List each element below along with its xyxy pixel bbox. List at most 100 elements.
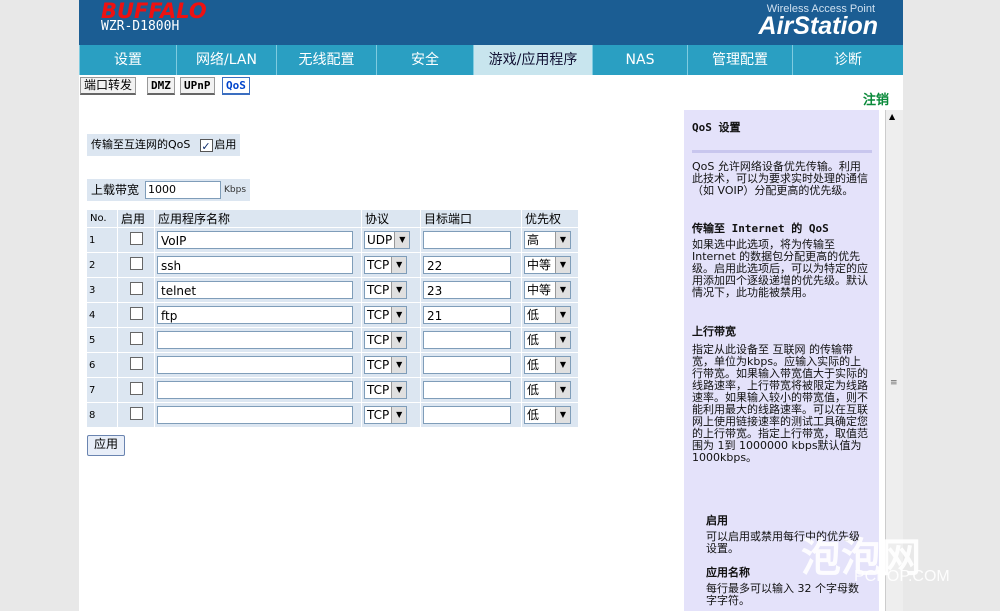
app-name-input[interactable] (157, 356, 353, 374)
nav-tab-4[interactable]: 游戏/应用程序 (473, 45, 592, 75)
app-name-input[interactable]: VoIP (157, 231, 353, 249)
port-input[interactable]: 23 (423, 281, 511, 299)
subtab-upnp[interactable]: UPnP (180, 77, 215, 95)
scroll-grip-icon[interactable]: ≡ (890, 378, 898, 388)
priority-value: 低 (527, 358, 540, 372)
priority-value: 低 (527, 383, 540, 397)
nav-tab-5[interactable]: NAS (592, 45, 687, 75)
chevron-down-icon: ▼ (555, 332, 570, 348)
chevron-down-icon: ▼ (394, 232, 410, 248)
protocol-value: TCP (367, 383, 390, 397)
nav-tab-7[interactable]: 诊断 (792, 45, 903, 75)
chevron-down-icon: ▼ (391, 407, 407, 423)
row-enable-checkbox[interactable] (129, 282, 143, 295)
row-name-cell (155, 352, 362, 377)
row-port-cell (421, 377, 522, 402)
qos-enable-row: 传输至互连网的QoS 启用 (87, 134, 241, 158)
subtab-dmz[interactable]: DMZ (147, 77, 175, 95)
qos-enable-checkbox[interactable] (200, 136, 214, 158)
row-priority-cell: 低 ▼ (522, 327, 579, 352)
protocol-select[interactable]: UDP ▼ (364, 231, 411, 249)
help-title: QoS 设置 (692, 121, 741, 134)
protocol-select[interactable]: TCP ▼ (364, 281, 408, 299)
nav-tab-1[interactable]: 网络/LAN (176, 45, 276, 75)
app-name-input[interactable] (157, 406, 353, 424)
priority-select[interactable]: 中等 ▼ (524, 256, 571, 274)
chevron-down-icon: ▼ (555, 232, 570, 248)
priority-select[interactable]: 低 ▼ (524, 306, 571, 324)
row-number: 8 (87, 402, 118, 427)
row-name-cell: ssh (155, 252, 362, 277)
chevron-down-icon: ▼ (555, 307, 570, 323)
row-name-cell: telnet (155, 277, 362, 302)
bandwidth-unit: Kbps (224, 185, 247, 195)
port-input[interactable] (423, 231, 511, 249)
row-enable-cell (118, 252, 155, 277)
row-enable-cell (118, 277, 155, 302)
priority-select[interactable]: 中等 ▼ (524, 281, 571, 299)
priority-select[interactable]: 低 ▼ (524, 406, 571, 424)
row-priority-cell: 低 ▼ (522, 302, 579, 327)
row-enable-checkbox[interactable] (129, 232, 143, 245)
row-proto-cell: TCP ▼ (362, 327, 421, 352)
protocol-select[interactable]: TCP ▼ (364, 381, 408, 399)
qos-label: 传输至互连网的QoS (91, 138, 191, 151)
nav-tab-3[interactable]: 安全 (376, 45, 473, 75)
nav-tab-6[interactable]: 管理配置 (687, 45, 792, 75)
logout-link[interactable]: 注销 (863, 89, 889, 108)
priority-select[interactable]: 高 ▼ (524, 231, 571, 249)
apply-button[interactable]: 应用 (87, 435, 126, 456)
app-name-input[interactable] (157, 381, 353, 399)
row-enable-checkbox[interactable] (129, 357, 143, 370)
app-name-input[interactable]: ssh (157, 256, 353, 274)
priority-value: 低 (527, 333, 540, 347)
priority-value: 高 (527, 233, 540, 247)
row-enable-checkbox[interactable] (129, 307, 143, 320)
app-name-input[interactable]: telnet (157, 281, 353, 299)
protocol-value: TCP (367, 308, 390, 322)
row-enable-checkbox[interactable] (129, 407, 143, 420)
port-input[interactable] (423, 331, 511, 349)
row-enable-checkbox[interactable] (129, 382, 143, 395)
row-priority-cell: 低 ▼ (522, 377, 579, 402)
priority-select[interactable]: 低 ▼ (524, 381, 571, 399)
port-input[interactable] (423, 406, 511, 424)
app-name-input[interactable]: ftp (157, 306, 353, 324)
port-input[interactable] (423, 381, 511, 399)
port-input[interactable] (423, 356, 511, 374)
subtab-port-forward[interactable]: 端口转发 (80, 77, 137, 95)
protocol-select[interactable]: TCP ▼ (364, 356, 408, 374)
row-priority-cell: 低 ▼ (522, 402, 579, 427)
qos-settings-panel: 传输至互连网的QoS 启用 上载带宽 1000 Kbps No. 启用 应用程序… (79, 110, 679, 611)
port-input[interactable]: 22 (423, 256, 511, 274)
router-admin-page: BUFFALO WZR-D1800H Wireless Access Point… (79, 0, 903, 611)
subtab-qos[interactable]: QoS (222, 77, 250, 95)
priority-select[interactable]: 低 ▼ (524, 356, 571, 374)
scroll-up-icon[interactable]: ▲ (889, 112, 895, 121)
row-enable-checkbox[interactable] (129, 257, 143, 270)
row-proto-cell: TCP ▼ (362, 352, 421, 377)
nav-tab-0[interactable]: 设置 (79, 45, 176, 75)
nav-tab-2[interactable]: 无线配置 (276, 45, 376, 75)
chevron-down-icon: ▼ (391, 257, 407, 273)
bandwidth-input[interactable]: 1000 (145, 181, 222, 199)
row-enable-cell (118, 227, 155, 252)
app-name-input[interactable] (157, 331, 353, 349)
chevron-down-icon: ▼ (391, 307, 407, 323)
row-enable-checkbox[interactable] (129, 332, 143, 345)
protocol-select[interactable]: TCP ▼ (364, 256, 408, 274)
protocol-value: TCP (367, 358, 390, 372)
table-row: 5 TCP ▼ 低 ▼ (87, 327, 579, 352)
protocol-select[interactable]: TCP ▼ (364, 406, 408, 424)
protocol-select[interactable]: TCP ▼ (364, 306, 408, 324)
header-app-name: 应用程序名称 (155, 210, 362, 227)
priority-value: 中等 (527, 258, 552, 272)
port-input[interactable]: 21 (423, 306, 511, 324)
watermark-en: PCPOP.COM (854, 568, 950, 585)
help-divider (692, 150, 872, 153)
header-banner: BUFFALO WZR-D1800H Wireless Access Point… (79, 0, 903, 45)
protocol-select[interactable]: TCP ▼ (364, 331, 408, 349)
priority-select[interactable]: 低 ▼ (524, 331, 571, 349)
chevron-down-icon: ▼ (391, 357, 407, 373)
header-port: 目标端口 (421, 210, 522, 227)
